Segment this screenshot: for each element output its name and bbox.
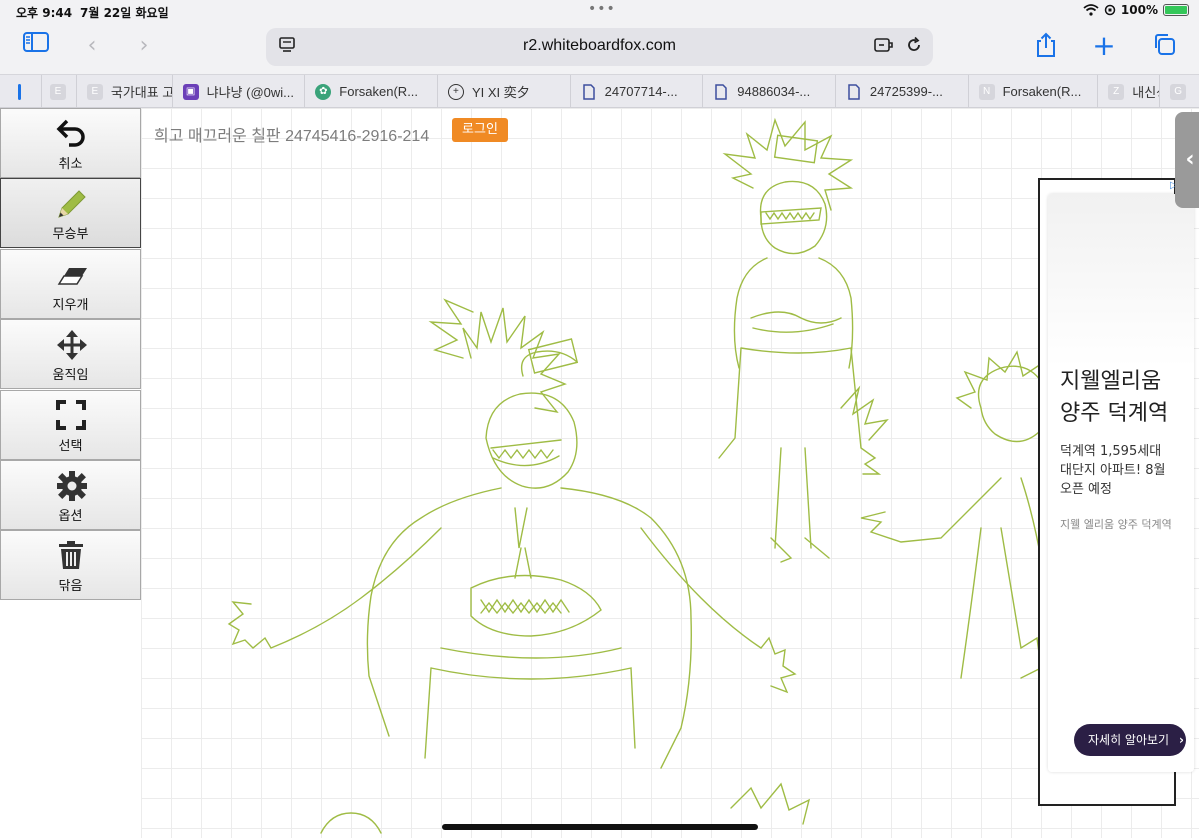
move-button[interactable]: 움직임 xyxy=(0,319,141,390)
share-icon[interactable] xyxy=(1030,32,1062,60)
tab-label: 24707714-... xyxy=(604,84,678,99)
letter-z-icon: Z xyxy=(1108,83,1125,100)
tab-item[interactable]: N Forsaken(R... xyxy=(969,75,1099,108)
board-title: 희고 매끄러운 칠판 24745416-2916-214 xyxy=(154,128,430,145)
ad-button-label: 자세히 알아보기 xyxy=(1088,733,1170,747)
clear-label: 닦음 xyxy=(58,579,83,595)
select-label: 선택 xyxy=(58,438,83,454)
letter-e-icon: E xyxy=(86,83,103,100)
ad-body: 덕계역 1,595세대 대단지 아파트! 8월 오픈 예정 xyxy=(1060,442,1165,499)
tab-indicator-icon xyxy=(18,83,21,100)
advertisement[interactable]: 지웰엘리움 양주 덕계역 덕계역 1,595세대 대단지 아파트! 8월 오픈 … xyxy=(1038,178,1194,806)
tab-label: Forsaken(R... xyxy=(1002,84,1082,99)
browser-toolbar: ‹ › r2.whiteboardfox.com + xyxy=(0,24,1199,74)
pen-label: 무승부 xyxy=(52,227,89,243)
ad-advertiser: 지웰 엘리움 양주 덕계역 xyxy=(1060,518,1172,531)
ad-headline-line2: 양주 덕계역 xyxy=(1060,401,1169,426)
extension-icon[interactable] xyxy=(873,36,893,58)
collapse-handle-chevron-left-icon[interactable]: ‹ xyxy=(1175,112,1199,208)
undo-label: 취소 xyxy=(58,157,83,172)
move-label: 움직임 xyxy=(52,368,89,384)
eraser-label: 지우개 xyxy=(52,297,89,313)
chevron-right-icon: › xyxy=(1178,733,1184,747)
tab-label: YI XI 奕夕 xyxy=(471,85,530,100)
battery-percent: 100% xyxy=(1120,3,1158,17)
orientation-lock-icon xyxy=(1104,4,1116,16)
select-corners-icon xyxy=(56,399,86,430)
ad-body-line1: 덕계역 1,595세대 xyxy=(1060,444,1162,459)
tab-label: Forsaken(R... xyxy=(339,84,419,99)
tab-item[interactable]: 94886034-... xyxy=(703,75,836,108)
status-bar: 오후 9:44 7월 22일 화요일 ••• 100% xyxy=(0,0,1199,24)
sketch-figure-center xyxy=(227,298,797,769)
tab-item[interactable]: E 국가대표 고교 xyxy=(77,75,173,108)
options-button[interactable]: 옵션 xyxy=(0,459,141,530)
app-icon: ▣ xyxy=(182,83,199,100)
status-date: 7월 22일 화요일 xyxy=(80,6,169,20)
pencil-icon xyxy=(58,190,86,219)
tab-label: 94886034-... xyxy=(737,84,811,99)
ad-body-line3: 오픈 예정 xyxy=(1060,482,1112,497)
tab-item[interactable]: Z 내신성 xyxy=(1098,75,1161,108)
clear-button[interactable]: 닦음 xyxy=(0,530,141,601)
eraser-button[interactable]: 지우개 xyxy=(0,248,141,319)
ad-card[interactable]: 지웰엘리움 양주 덕계역 덕계역 1,595세대 대단지 아파트! 8월 오픈 … xyxy=(1048,194,1194,772)
document-icon xyxy=(846,83,862,100)
select-button[interactable]: 선택 xyxy=(0,389,141,460)
leaf-icon: ✿ xyxy=(315,83,332,100)
login-button[interactable]: 로그인 xyxy=(452,118,508,142)
battery-icon xyxy=(1163,4,1189,16)
wifi-icon xyxy=(1083,4,1099,16)
tab-overview-icon[interactable] xyxy=(1148,32,1180,60)
ad-learn-more-button[interactable]: 자세히 알아보기 › xyxy=(1074,724,1186,756)
url-text: r2.whiteboardfox.com xyxy=(523,37,676,54)
tab-item[interactable]: 24707714-... xyxy=(571,75,704,108)
tab-label: 국가대표 고교 xyxy=(110,85,172,100)
reload-icon[interactable] xyxy=(905,36,923,58)
gear-icon xyxy=(57,470,87,501)
back-icon[interactable]: ‹ xyxy=(76,32,108,60)
undo-button[interactable]: 취소 xyxy=(0,108,141,178)
tab-item[interactable]: ▣ 냐냐냥 (@0wi... xyxy=(173,75,306,108)
multitask-dots-icon[interactable]: ••• xyxy=(588,1,616,17)
sidebar-toggle-icon[interactable] xyxy=(20,32,52,60)
ad-headline-line1: 지웰엘리움 xyxy=(1060,369,1162,394)
document-icon xyxy=(713,83,729,100)
move-arrows-icon xyxy=(57,330,87,361)
tab-item[interactable]: + YI XI 奕夕 xyxy=(438,75,571,108)
tab-label: 냐냐냥 (@0wi... xyxy=(206,85,294,100)
letter-n-icon: N xyxy=(978,83,995,100)
status-right: 100% xyxy=(1083,3,1189,17)
ad-headline: 지웰엘리움 양주 덕계역 xyxy=(1060,366,1168,430)
options-label: 옵션 xyxy=(58,508,83,524)
tool-panel: 취소 무승부 지우개 움직임 선택 옵션 닦음 xyxy=(0,108,141,601)
ad-body-line2: 대단지 아파트! 8월 xyxy=(1060,463,1166,478)
tab-bar: E E 국가대표 고교 ▣ 냐냐냥 (@0wi... ✿ Forsaken(R.… xyxy=(0,74,1199,108)
tab-item[interactable]: 24725399-... xyxy=(836,75,969,108)
tab-item[interactable]: E xyxy=(42,75,77,108)
address-bar[interactable]: r2.whiteboardfox.com xyxy=(266,28,933,66)
tab-item[interactable]: ✿ Forsaken(R... xyxy=(305,75,438,108)
new-tab-icon[interactable]: + xyxy=(1088,32,1120,60)
tab-item[interactable] xyxy=(0,75,42,108)
status-time: 오후 9:44 xyxy=(16,6,73,20)
letter-g-icon: G xyxy=(1170,83,1187,100)
tab-label: 내신성 xyxy=(1132,85,1159,100)
home-indicator[interactable] xyxy=(442,824,758,830)
trash-icon xyxy=(59,541,83,570)
forward-icon[interactable]: › xyxy=(128,32,160,60)
document-icon xyxy=(581,83,597,100)
undo-icon xyxy=(56,119,85,147)
tab-item[interactable]: G xyxy=(1160,75,1199,108)
tab-label: 24725399-... xyxy=(869,84,943,99)
sketch-figure-right xyxy=(860,350,1052,689)
letter-e-icon: E xyxy=(49,83,66,100)
pen-button[interactable]: 무승부 xyxy=(0,178,141,249)
sketch-figure-top xyxy=(718,117,889,563)
plus-circle-icon: + xyxy=(447,83,464,100)
eraser-icon xyxy=(57,267,87,285)
